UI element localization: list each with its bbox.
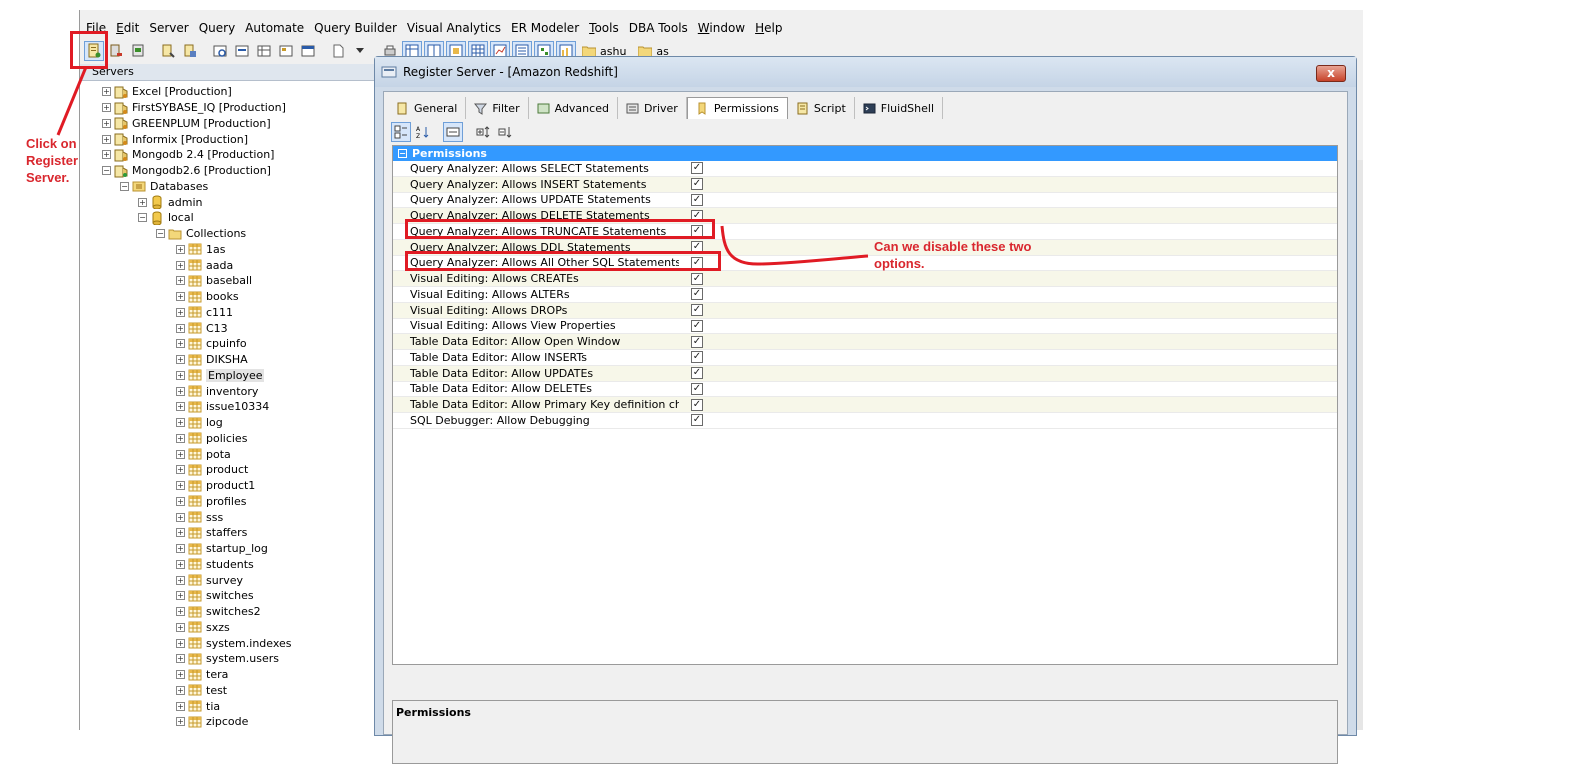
annotation-box-other-sql [405,251,721,271]
annotation-question: Can we disable these two options. [874,239,1032,271]
annotation-click-register: Click on Register Server. [26,136,79,185]
annotation-arrows [56,66,869,266]
annotation-box-truncate [405,219,715,239]
